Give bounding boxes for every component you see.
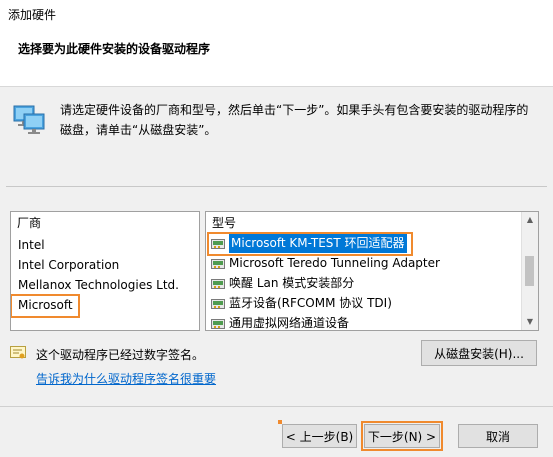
have-disk-button[interactable]: 从磁盘安装(H)... xyxy=(421,340,537,366)
cancel-button[interactable]: 取消 xyxy=(458,424,538,448)
network-adapter-icon xyxy=(211,318,225,329)
manufacturer-item[interactable]: Intel Corporation xyxy=(18,256,119,274)
signature-status: 这个驱动程序已经过数字签名。 xyxy=(36,348,205,362)
highlight-box xyxy=(361,421,443,451)
scroll-up-icon[interactable]: ▲ xyxy=(522,212,538,228)
window-title: 添加硬件 xyxy=(8,8,57,22)
model-item[interactable]: 唤醒 Lan 模式安装部分 xyxy=(211,274,354,293)
model-list[interactable]: 型号 Microsoft KM-TEST 环回适配器 Microsoft Ter… xyxy=(205,211,539,331)
page-heading: 选择要为此硬件安装的设备驱动程序 xyxy=(18,42,211,56)
model-item[interactable]: 蓝牙设备(RFCOMM 协议 TDI) xyxy=(211,294,392,313)
model-item-label: Microsoft Teredo Tunneling Adapter xyxy=(229,256,440,270)
scroll-down-icon[interactable]: ▼ xyxy=(522,314,538,330)
network-adapter-icon xyxy=(211,258,225,269)
model-item-label: 唤醒 Lan 模式安装部分 xyxy=(229,276,355,290)
highlight-box xyxy=(207,232,413,256)
certificate-icon xyxy=(10,346,26,359)
network-computer-icon xyxy=(13,105,45,134)
model-item[interactable]: 通用虚拟网络通道设备 xyxy=(211,314,350,330)
signature-help-link[interactable]: 告诉我为什么驱动程序签名很重要 xyxy=(36,370,216,387)
wizard-header: 添加硬件 选择要为此硬件安装的设备驱动程序 xyxy=(0,0,553,87)
vertical-scrollbar[interactable]: ▲ ▼ xyxy=(521,212,538,330)
model-item-label: 通用虚拟网络通道设备 xyxy=(229,316,350,330)
model-item-label: 蓝牙设备(RFCOMM 协议 TDI) xyxy=(229,296,392,310)
back-button[interactable]: < 上一步(B) xyxy=(282,424,357,448)
instruction-text: 请选定硬件设备的厂商和型号，然后单击“下一步”。如果手头有包含要安装的驱动程序的… xyxy=(60,103,529,137)
divider xyxy=(0,406,553,407)
divider xyxy=(6,186,547,187)
model-item[interactable]: Microsoft Teredo Tunneling Adapter xyxy=(211,254,440,273)
network-adapter-icon xyxy=(211,278,225,289)
manufacturer-list[interactable]: 厂商 Intel Intel Corporation Mellanox Tech… xyxy=(10,211,200,331)
manufacturer-item[interactable]: Mellanox Technologies Ltd. xyxy=(18,276,179,294)
model-list-header: 型号 xyxy=(212,216,237,230)
manufacturer-list-header: 厂商 xyxy=(17,216,42,230)
highlight-box xyxy=(11,294,80,318)
manufacturer-item[interactable]: Intel xyxy=(18,236,45,254)
spacer xyxy=(278,420,282,424)
network-adapter-icon xyxy=(211,298,225,309)
scrollbar-thumb[interactable] xyxy=(525,256,534,286)
